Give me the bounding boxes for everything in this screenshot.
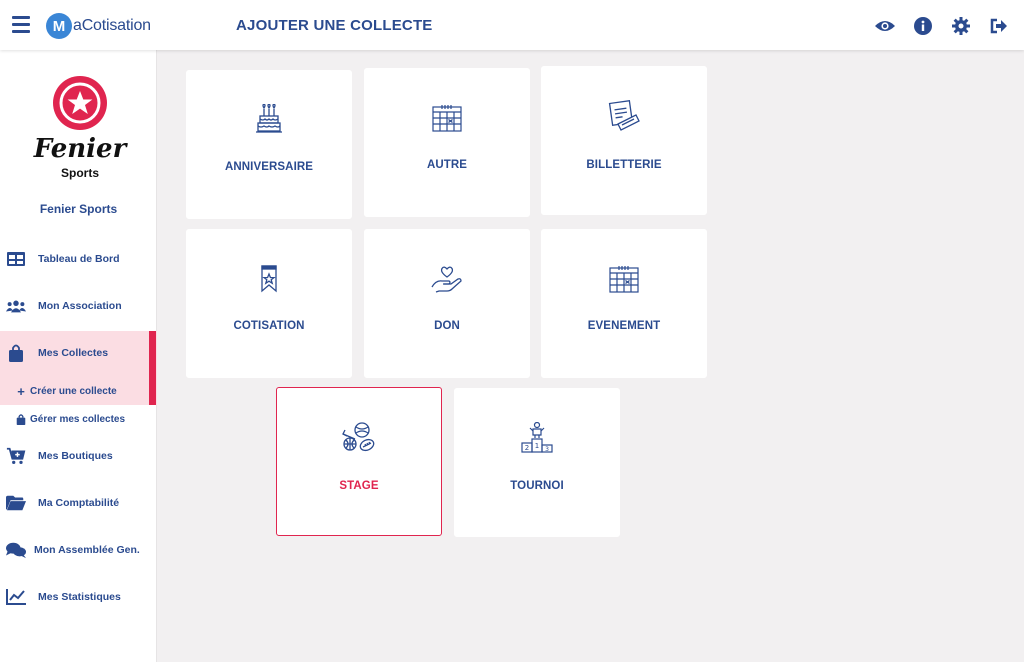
card-evenement[interactable]: EVENEMENT [541,229,707,378]
sidebar-item-label: Mes Collectes [38,347,109,359]
users-icon [6,296,26,316]
club-name: Fenier Sports [39,202,118,216]
sidebar-item-label: Mes Statistiques [38,591,121,603]
card-anniversaire[interactable]: ANNIVERSAIRE [186,70,352,219]
sidebar-item-label: Mes Boutiques [38,450,113,462]
club-script-name: Fenier [33,134,127,164]
card-label: EVENEMENT [587,320,661,332]
bag-icon [14,413,28,425]
card-stage[interactable]: STAGE [276,387,442,536]
dashboard-icon [6,249,26,269]
podium-third-digit: 3 [545,446,549,453]
chart-icon [6,587,26,607]
gear-icon[interactable] [942,14,980,38]
club-sports-label: Sports [60,166,99,180]
cake-icon [252,103,286,137]
app-logo[interactable]: M aCotisation [46,12,151,40]
club-badge-icon [53,76,107,130]
eye-icon[interactable] [866,14,904,38]
sidebar-subitem-label: Gérer mes collectes [30,413,126,425]
folder-icon [6,493,26,513]
info-icon[interactable] [904,14,942,38]
podium-second-digit: 2 [525,444,529,452]
heart-hand-icon [430,262,464,296]
plus-icon: + [17,383,25,399]
chat-icon [6,540,26,560]
sports-balls-icon [342,420,376,454]
page-title: AJOUTER UNE COLLECTE [236,17,433,34]
sidebar-item-mes-statistiques[interactable]: Mes Statistiques [0,579,157,615]
card-autre[interactable]: AUTRE [364,68,530,217]
calendar-icon [430,101,464,135]
podium-icon: 12 3 [520,421,554,455]
card-tournoi[interactable]: 12 3 TOURNOI [454,388,620,537]
logout-icon[interactable] [980,14,1018,38]
sidebar-item-label: Ma Comptabilité [38,497,120,509]
card-billetterie[interactable]: BILLETTERIE [541,66,707,215]
bag-icon [6,343,26,363]
sidebar-subitem-gerer-mes-collectes[interactable]: Gérer mes collectes [0,409,157,429]
card-label: AUTRE [426,159,468,171]
sidebar-item-mon-assemblee-gen[interactable]: Mon Assemblée Gen. [0,532,157,568]
card-label: TOURNOI [510,480,564,492]
card-label: COTISATION [233,320,305,332]
sidebar-item-ma-comptabilite[interactable]: Ma Comptabilité [0,485,157,521]
tickets-icon [607,99,641,133]
card-label: ANNIVERSAIRE [224,161,314,173]
sidebar-subitem-label: Créer une collecte [30,385,117,397]
hamburger-menu-icon[interactable] [12,16,30,33]
card-don[interactable]: DON [364,229,530,378]
sidebar-subitem-creer-une-collecte[interactable]: + Créer une collecte [0,381,157,401]
sidebar-item-label: Mon Assemblée Gen. [34,544,140,556]
logo-mark: M [46,13,72,39]
cart-icon [6,446,26,466]
calendar-icon [607,262,641,296]
sidebar-item-tableau-de-bord[interactable]: Tableau de Bord [0,241,157,277]
sidebar-item-mes-boutiques[interactable]: Mes Boutiques [0,438,157,474]
podium-first-digit: 1 [535,442,539,450]
card-label: STAGE [339,480,379,492]
top-bar: M aCotisation AJOUTER UNE COLLECTE [0,0,1024,50]
sidebar-item-label: Tableau de Bord [38,253,120,265]
card-label: BILLETTERIE [586,159,662,171]
logo-text: aCotisation [73,17,151,34]
card-label: DON [434,320,460,332]
card-cotisation[interactable]: COTISATION [186,229,352,378]
sidebar-item-label: Mon Association [38,300,122,312]
bookmark-star-icon [252,262,286,296]
sidebar-item-mon-association[interactable]: Mon Association [0,288,157,324]
